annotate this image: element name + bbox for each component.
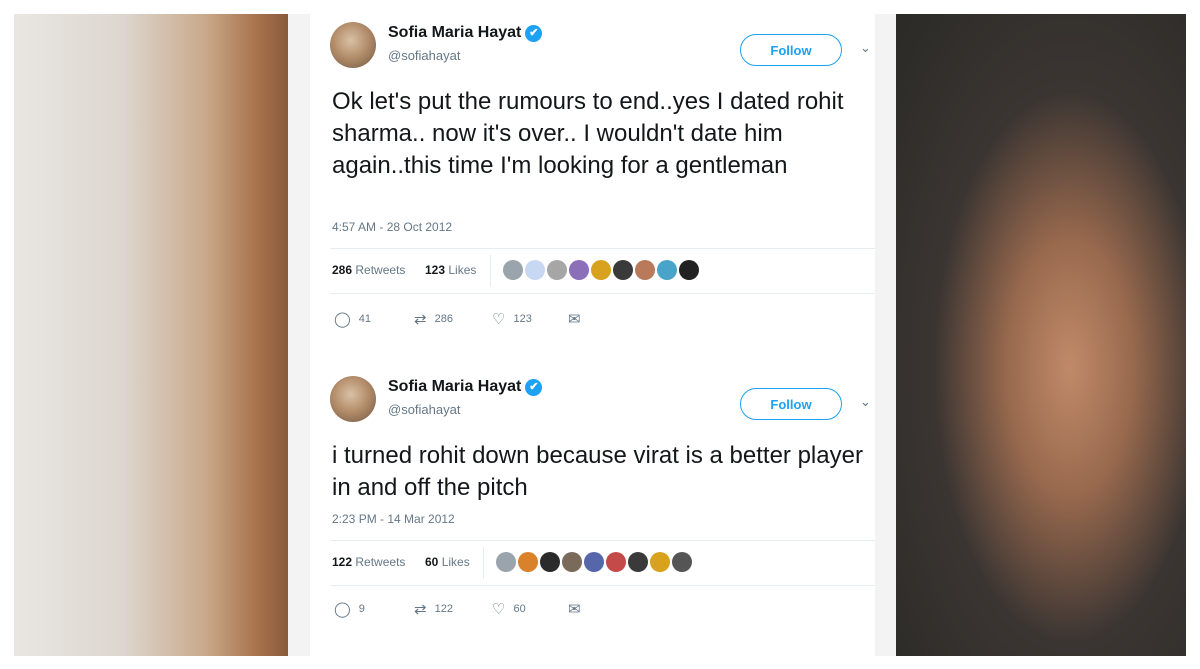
retweets-stat[interactable]: 122 Retweets xyxy=(332,555,405,569)
display-name[interactable]: Sofia Maria Hayat ✔ xyxy=(388,378,543,396)
envelope-icon: ✉ xyxy=(568,311,581,328)
display-name[interactable]: Sofia Maria Hayat ✔ xyxy=(388,24,543,42)
liker-avatar[interactable] xyxy=(569,260,589,280)
chevron-down-icon[interactable]: ⌄ xyxy=(860,40,871,56)
stats-divider xyxy=(490,255,491,287)
avatar[interactable] xyxy=(330,22,376,68)
liker-avatar[interactable] xyxy=(650,552,670,572)
liker-avatar[interactable] xyxy=(540,552,560,572)
stats-divider xyxy=(483,547,484,579)
direct-message-button[interactable]: ✉ xyxy=(568,310,589,328)
reply-button[interactable]: ◯ 41 xyxy=(334,310,371,328)
liker-avatar[interactable] xyxy=(525,260,545,280)
heart-icon: ♡ xyxy=(492,311,506,328)
tweet-timestamp[interactable]: 2:23 PM - 14 Mar 2012 xyxy=(332,512,455,526)
liker-avatar[interactable] xyxy=(657,260,677,280)
likes-stat[interactable]: 60 Likes xyxy=(425,555,470,569)
tweet-timestamp[interactable]: 4:57 AM - 28 Oct 2012 xyxy=(332,220,452,234)
retweet-icon: ⇄ xyxy=(414,311,427,328)
reply-icon: ◯ xyxy=(334,601,351,618)
liker-avatar[interactable] xyxy=(547,260,567,280)
woman-photo xyxy=(14,14,288,656)
liker-avatar[interactable] xyxy=(606,552,626,572)
direct-message-button[interactable]: ✉ xyxy=(568,600,589,618)
liker-avatar[interactable] xyxy=(635,260,655,280)
photo-separator-right xyxy=(875,14,896,656)
engagement-stats: 286 Retweets 123 Likes xyxy=(330,248,875,294)
retweet-button[interactable]: ⇄ 286 xyxy=(414,310,453,328)
envelope-icon: ✉ xyxy=(568,601,581,618)
liker-avatar[interactable] xyxy=(591,260,611,280)
avatar[interactable] xyxy=(330,376,376,422)
heart-icon: ♡ xyxy=(492,601,506,618)
user-handle[interactable]: @sofiahayat xyxy=(388,402,460,417)
liker-avatar[interactable] xyxy=(518,552,538,572)
liker-avatar[interactable] xyxy=(496,552,516,572)
chevron-down-icon[interactable]: ⌄ xyxy=(860,394,871,410)
user-handle[interactable]: @sofiahayat xyxy=(388,48,460,63)
liker-avatar[interactable] xyxy=(679,260,699,280)
tweet-text: Ok let's put the rumours to end..yes I d… xyxy=(332,88,844,179)
liker-avatar[interactable] xyxy=(672,552,692,572)
retweet-icon: ⇄ xyxy=(414,601,427,618)
retweet-button[interactable]: ⇄ 122 xyxy=(414,600,453,618)
like-button[interactable]: ♡ 60 xyxy=(492,600,526,618)
reply-button[interactable]: ◯ 9 xyxy=(334,600,365,618)
likers-avatars[interactable] xyxy=(496,552,694,572)
man-photo xyxy=(896,14,1186,656)
photo-separator-left xyxy=(288,14,310,656)
likers-avatars[interactable] xyxy=(503,260,701,280)
likes-stat[interactable]: 123 Likes xyxy=(425,263,476,277)
follow-button[interactable]: Follow xyxy=(740,34,842,66)
engagement-stats: 122 Retweets 60 Likes xyxy=(330,540,875,586)
liker-avatar[interactable] xyxy=(562,552,582,572)
tweet-text: i turned rohit down because virat is a b… xyxy=(332,442,863,501)
like-button[interactable]: ♡ 123 xyxy=(492,310,532,328)
liker-avatar[interactable] xyxy=(628,552,648,572)
tweet-card: Sofia Maria Hayat ✔ @sofiahayat Follow ⌄ … xyxy=(330,376,875,636)
liker-avatar[interactable] xyxy=(584,552,604,572)
liker-avatar[interactable] xyxy=(503,260,523,280)
retweets-stat[interactable]: 286 Retweets xyxy=(332,263,405,277)
verified-badge-icon: ✔ xyxy=(525,379,543,396)
tweet-card: Sofia Maria Hayat ✔ @sofiahayat Follow ⌄ … xyxy=(330,22,875,342)
verified-badge-icon: ✔ xyxy=(525,25,543,42)
liker-avatar[interactable] xyxy=(613,260,633,280)
reply-icon: ◯ xyxy=(334,311,351,328)
follow-button[interactable]: Follow xyxy=(740,388,842,420)
